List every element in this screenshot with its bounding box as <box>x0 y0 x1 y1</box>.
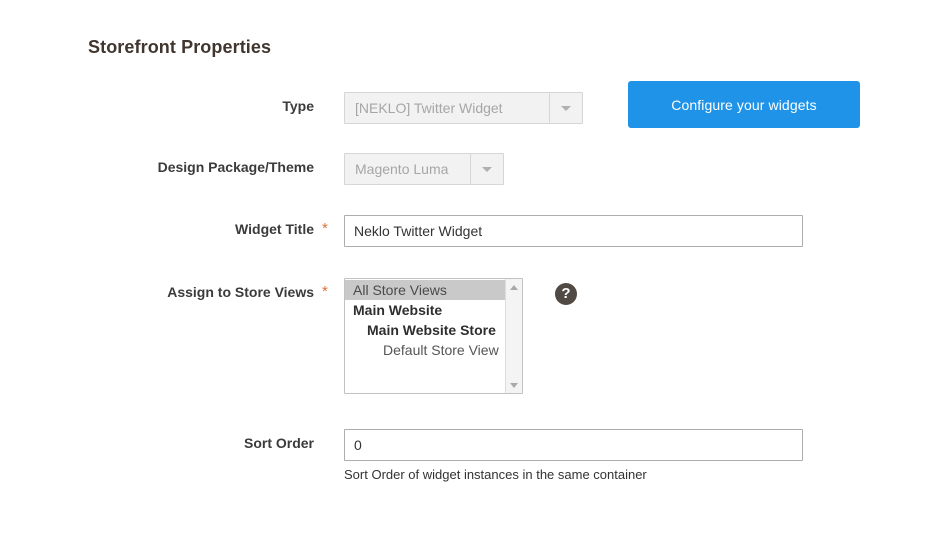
sort-order-input[interactable] <box>344 429 803 461</box>
list-item[interactable]: Default Store View <box>345 340 505 360</box>
design-theme-select[interactable]: Magento Luma <box>344 153 504 185</box>
list-item[interactable]: Main Website Store <box>345 320 505 340</box>
store-views-option-list: All Store Views Main Website Main Websit… <box>345 279 505 393</box>
chevron-down-icon <box>470 154 503 184</box>
field-label-type: Type <box>282 98 314 114</box>
field-label-widget-title: Widget Title <box>235 221 314 237</box>
scroll-down-arrow-icon[interactable] <box>506 378 522 392</box>
field-label-sort-order: Sort Order <box>243 435 314 451</box>
scroll-up-arrow-icon[interactable] <box>506 280 522 294</box>
required-marker-assign-store-views: * <box>322 283 328 300</box>
type-select[interactable]: [NEKLO] Twitter Widget <box>344 92 583 124</box>
type-select-value: [NEKLO] Twitter Widget <box>355 100 503 116</box>
question-mark-icon[interactable]: ? <box>555 283 577 305</box>
list-item[interactable]: All Store Views <box>345 280 505 300</box>
store-views-multiselect[interactable]: All Store Views Main Website Main Websit… <box>344 278 523 394</box>
sort-order-note: Sort Order of widget instances in the sa… <box>344 467 647 482</box>
multiselect-scrollbar[interactable] <box>505 279 522 393</box>
storefront-properties-page: Storefront Properties Type [NEKLO] Twitt… <box>0 0 940 554</box>
field-label-design-theme: Design Package/Theme <box>157 159 314 175</box>
field-label-assign-store-views: Assign to Store Views <box>167 284 314 300</box>
widget-title-input[interactable] <box>344 215 803 247</box>
list-item[interactable]: Main Website <box>345 300 505 320</box>
design-theme-select-value: Magento Luma <box>355 161 449 177</box>
page-title: Storefront Properties <box>88 37 272 57</box>
configure-widgets-button[interactable]: Configure your widgets <box>628 81 860 128</box>
required-marker-widget-title: * <box>322 220 328 237</box>
chevron-down-icon <box>549 93 582 123</box>
